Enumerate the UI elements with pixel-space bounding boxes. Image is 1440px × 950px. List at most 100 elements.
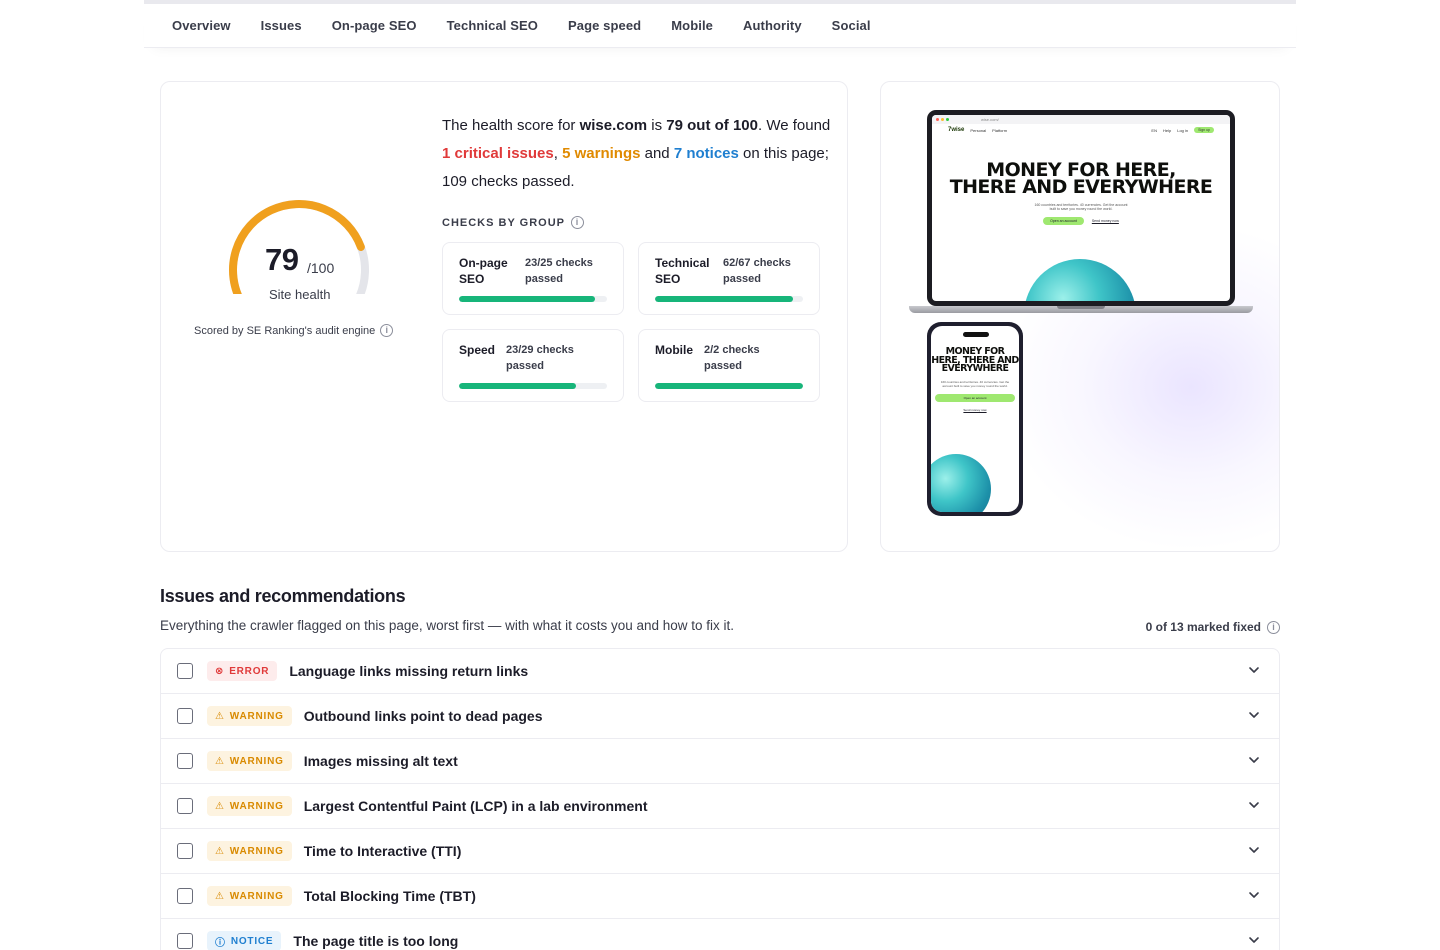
phone-cta-secondary: Send money now [963,408,987,413]
summary-text: and [640,145,674,162]
error-circle-icon: ⊗ [215,665,225,677]
laptop-notch [1057,306,1105,309]
browser-dot [941,118,944,121]
page-preview-card: wise.com/ 7wise Personal Platform EN Hel… [880,81,1280,552]
summary-score: 79 out of 100 [666,117,758,134]
issue-row[interactable]: ⚠ WARNING Images missing alt text [161,739,1279,784]
phone-subtext: 160 countries and territories. 40 curren… [940,380,1010,389]
nav-tab-social[interactable]: Social [832,18,871,33]
chevron-down-icon[interactable] [1247,933,1261,947]
group-mobile[interactable]: Mobile 2/2 checks passed [638,329,820,402]
group-checks: 2/2 checks passed [704,344,760,372]
issue-row[interactable]: ⊗ ERROR Language links missing return lin… [161,649,1279,694]
warning-badge: ⚠ WARNING [207,886,292,906]
warning-triangle-icon: ⚠ [215,755,225,767]
issue-title: The page title is too long [293,933,459,949]
chevron-down-icon[interactable] [1247,663,1261,677]
nav-tab-page-speed[interactable]: Page speed [568,18,641,33]
preview-nav-link: Help [1162,127,1172,133]
info-icon[interactable]: i [570,216,584,229]
preview-cta-row: Open an account Send money now [932,216,1230,225]
chevron-down-icon[interactable] [1247,798,1261,812]
group-checks: 23/25 checks passed [525,257,593,285]
nav-tab-issues[interactable]: Issues [261,18,302,33]
badge-label: WARNING [229,710,284,722]
health-score-max: /100 [307,260,335,276]
chevron-down-icon[interactable] [1247,888,1261,902]
group-speed[interactable]: Speed 23/29 checks passed [442,329,624,402]
issue-row[interactable]: ⚠ WARNING Outbound links point to dead pa… [161,694,1279,739]
mark-fixed-checkbox[interactable] [177,708,193,724]
summary-text: , [553,145,563,162]
issue-title: Images missing alt text [303,753,458,769]
warning-triangle-icon: ⚠ [215,845,225,857]
mark-fixed-checkbox[interactable] [177,798,193,814]
group-progress-track [655,296,803,302]
issue-title: Total Blocking Time (TBT) [303,888,476,904]
laptop-mockup: wise.com/ 7wise Personal Platform EN Hel… [927,110,1235,306]
info-icon[interactable]: i [380,324,394,337]
group-progress-fill [459,296,596,302]
group-progress-track [459,383,607,389]
badge-label: NOTICE [230,935,274,947]
scored-by-text: Scored by SE Ranking's audit engine [194,324,376,337]
error-badge: ⊗ ERROR [207,661,278,681]
preview-signup: Sign up [1194,127,1214,133]
health-score-value: 79 [265,242,299,277]
mark-fixed-checkbox[interactable] [177,933,193,949]
issue-row[interactable]: ⓘ NOTICE The page title is too long [161,919,1279,950]
preview-nav-link: Personal [970,127,987,133]
phone-hero-line: EVERYWHERE [941,363,1009,375]
badge-label: WARNING [229,800,284,812]
issue-title: Language links missing return links [289,663,529,679]
warning-badge: ⚠ WARNING [207,706,292,726]
issue-title: Outbound links point to dead pages [303,708,543,724]
nav-tab-technical-seo[interactable]: Technical SEO [447,18,538,33]
preview-hero-line: THERE AND EVERYWHERE [949,176,1213,199]
preview-cta-primary: Open an account [1043,216,1084,225]
preview-nav-link: EN [1151,127,1157,133]
issue-row[interactable]: ⚠ WARNING Largest Contentful Paint (LCP) … [161,784,1279,829]
nav-tab-on-page-seo[interactable]: On-page SEO [332,18,417,33]
badge-label: WARNING [229,845,284,857]
group-technical-seo[interactable]: Technical SEO 62/67 checks passed [638,242,820,315]
marked-fixed-counter: 0 of 13 marked fixed i [1146,620,1280,634]
group-checks: 62/67 checks passed [723,257,791,285]
group-progress-fill [459,383,576,389]
nav-tab-overview[interactable]: Overview [172,18,231,33]
badge-label: WARNING [229,755,284,767]
warning-badge: ⚠ WARNING [207,751,292,771]
nav-tab-mobile[interactable]: Mobile [671,18,713,33]
warning-triangle-icon: ⚠ [215,800,225,812]
preview-subtext: 160 countries and territories. 40 curren… [1034,202,1128,211]
group-progress-track [459,296,607,302]
warning-badge: ⚠ WARNING [207,841,292,861]
chevron-down-icon[interactable] [1247,843,1261,857]
nav-tab-authority[interactable]: Authority [743,18,802,33]
warning-triangle-icon: ⚠ [215,890,225,902]
info-icon[interactable]: i [1267,620,1280,634]
issues-subtitle: Everything the crawler flagged on this p… [160,618,735,633]
health-summary: The health score for wise.com is 79 out … [442,112,832,196]
critical-count: 1 critical issues [442,145,554,162]
warnings-count: 5 warnings [562,145,641,162]
site-health-label: Site health [269,287,331,302]
summary-domain: wise.com [579,117,648,134]
issue-row[interactable]: ⚠ WARNING Time to Interactive (TTI) [161,829,1279,874]
mark-fixed-checkbox[interactable] [177,753,193,769]
phone-screen: MONEY FOR HERE, THERE AND EVERYWHERE 160… [931,326,1019,512]
group-progress-track [655,383,803,389]
mark-fixed-checkbox[interactable] [177,843,193,859]
group-on-page-seo[interactable]: On-page SEO 23/25 checks passed [442,242,624,315]
preview-nav-link: Log in [1177,127,1189,133]
chevron-down-icon[interactable] [1247,753,1261,767]
issues-heading: Issues and recommendations [160,586,406,606]
notice-badge: ⓘ NOTICE [207,931,282,950]
preview-logo: 7wise [948,127,965,133]
issue-row[interactable]: ⚠ WARNING Total Blocking Time (TBT) [161,874,1279,919]
mark-fixed-checkbox[interactable] [177,663,193,679]
summary-text: is [647,117,667,134]
mark-fixed-checkbox[interactable] [177,888,193,904]
chevron-down-icon[interactable] [1247,708,1261,722]
issues-list: ⊗ ERROR Language links missing return lin… [160,648,1280,950]
